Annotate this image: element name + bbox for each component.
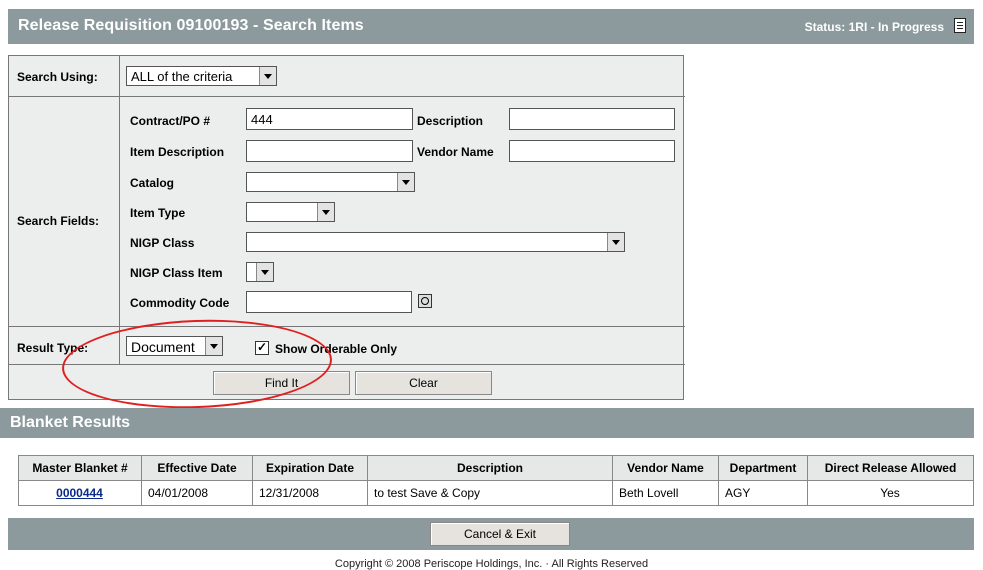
page-title: Release Requisition 09100193 - Search It…	[18, 17, 364, 34]
results-title: Blanket Results	[10, 414, 131, 431]
table-row: 0000444 04/01/2008 12/31/2008 to test Sa…	[18, 480, 974, 506]
chevron-down-icon	[259, 67, 276, 85]
status-text: Status: 1RI - In Progress	[804, 20, 944, 34]
table-header-row: Master Blanket # Effective Date Expirati…	[18, 455, 974, 481]
vendor-name-input[interactable]	[509, 140, 675, 162]
results-header: Blanket Results	[0, 408, 974, 438]
nigp-class-select[interactable]	[246, 232, 625, 252]
contract-po-input[interactable]: 444	[246, 108, 413, 130]
catalog-label: Catalog	[130, 176, 175, 190]
column-header[interactable]: Vendor Name	[612, 455, 719, 481]
page-header: Release Requisition 09100193 - Search It…	[8, 9, 974, 44]
chevron-down-icon	[397, 173, 414, 191]
column-header[interactable]: Department	[718, 455, 808, 481]
contract-label: Contract/PO #	[130, 114, 211, 128]
description-input[interactable]	[509, 108, 675, 130]
chevron-down-icon	[256, 263, 273, 281]
search-using-value: ALL of the criteria	[131, 69, 233, 84]
cancel-exit-button[interactable]: Cancel & Exit	[430, 522, 570, 546]
column-header[interactable]: Description	[367, 455, 613, 481]
lookup-icon[interactable]	[418, 294, 432, 308]
vendor-name-label: Vendor Name	[417, 145, 494, 159]
row-divider	[9, 326, 685, 327]
results-table: Master Blanket # Effective Date Expirati…	[18, 455, 974, 506]
document-icon[interactable]	[954, 18, 966, 33]
nigp-class-item-label: NIGP Class Item	[130, 266, 223, 280]
table-cell: 12/31/2008	[252, 480, 368, 506]
table-cell: 04/01/2008	[141, 480, 253, 506]
table-cell: Yes	[807, 480, 974, 506]
nigp-class-label: NIGP Class	[130, 236, 195, 250]
chevron-down-icon	[607, 233, 624, 251]
search-using-label: Search Using:	[17, 70, 98, 84]
clear-button[interactable]: Clear	[355, 371, 492, 395]
item-description-input[interactable]	[246, 140, 413, 162]
commodity-code-label: Commodity Code	[130, 296, 230, 310]
catalog-select[interactable]	[246, 172, 415, 192]
footer-bar: Cancel & Exit	[8, 518, 974, 550]
chevron-down-icon	[317, 203, 334, 221]
row-divider	[9, 96, 685, 97]
table-cell: AGY	[718, 480, 808, 506]
nigp-class-item-select[interactable]	[246, 262, 274, 282]
table-cell: Beth Lovell	[612, 480, 719, 506]
search-fields-label: Search Fields:	[17, 214, 100, 228]
column-header[interactable]: Effective Date	[141, 455, 253, 481]
table-cell: to test Save & Copy	[367, 480, 613, 506]
item-description-label: Item Description	[130, 145, 225, 159]
column-header[interactable]: Expiration Date	[252, 455, 368, 481]
table-cell: 0000444	[18, 480, 142, 506]
column-header[interactable]: Direct Release Allowed	[807, 455, 974, 481]
item-type-label: Item Type	[130, 206, 186, 220]
commodity-code-input[interactable]	[246, 291, 412, 313]
item-type-select[interactable]	[246, 202, 335, 222]
column-header[interactable]: Master Blanket #	[18, 455, 142, 481]
search-using-select[interactable]: ALL of the criteria	[126, 66, 277, 86]
description-label: Description	[417, 114, 484, 128]
master-blanket-link[interactable]: 0000444	[56, 486, 103, 500]
copyright-text: Copyright © 2008 Periscope Holdings, Inc…	[334, 558, 649, 570]
